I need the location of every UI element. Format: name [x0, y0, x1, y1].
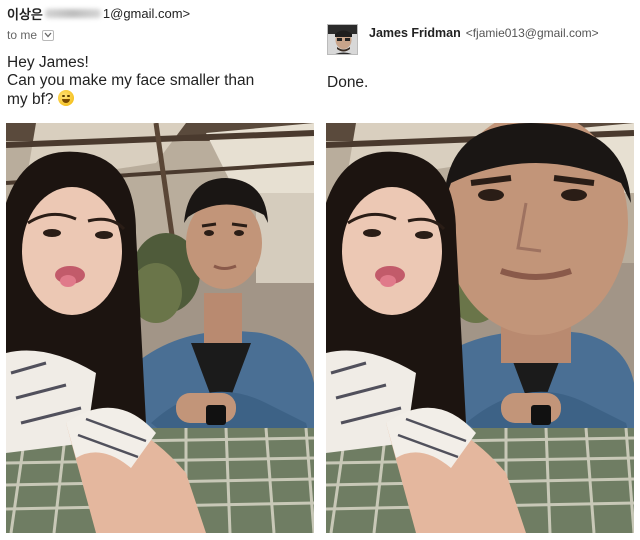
sender-avatar[interactable]: [327, 24, 358, 55]
left-email-header: 이상은 1@gmail.com> to me: [7, 4, 307, 43]
left-sender-name: 이상은: [7, 6, 43, 22]
recipient-details-dropdown[interactable]: [42, 29, 55, 41]
avatar-portrait-icon: [328, 25, 357, 54]
right-sender-name: James Fridman: [369, 26, 461, 40]
recipient-label: to me: [7, 28, 38, 42]
recipient-line: to me: [7, 28, 307, 42]
chevron-down-icon: [44, 32, 52, 38]
edited-photo[interactable]: [326, 123, 634, 533]
original-couple-selfie-image: [6, 123, 314, 533]
edited-couple-selfie-image: [326, 123, 634, 533]
right-sender-line[interactable]: James Fridman <fjamie013@gmail.com>: [369, 26, 599, 40]
message-line-1: Hey James!: [7, 54, 89, 71]
left-sender-line[interactable]: 이상은 1@gmail.com>: [7, 4, 307, 22]
left-message-body: Hey James! Can you make my face smaller …: [7, 54, 307, 109]
redacted-email-blur: [44, 8, 101, 18]
original-photo[interactable]: [6, 123, 314, 533]
right-sender-email: <fjamie013@gmail.com>: [465, 26, 599, 40]
message-line-2: Can you make my face smaller than: [7, 72, 255, 89]
left-sender-email: 1@gmail.com>: [102, 5, 191, 21]
message-line-3: my bf?: [7, 90, 307, 109]
message-line-3-text: my bf?: [7, 91, 54, 108]
right-message-body: Done.: [327, 74, 369, 91]
grinning-sweat-emoji-icon: [57, 90, 74, 106]
